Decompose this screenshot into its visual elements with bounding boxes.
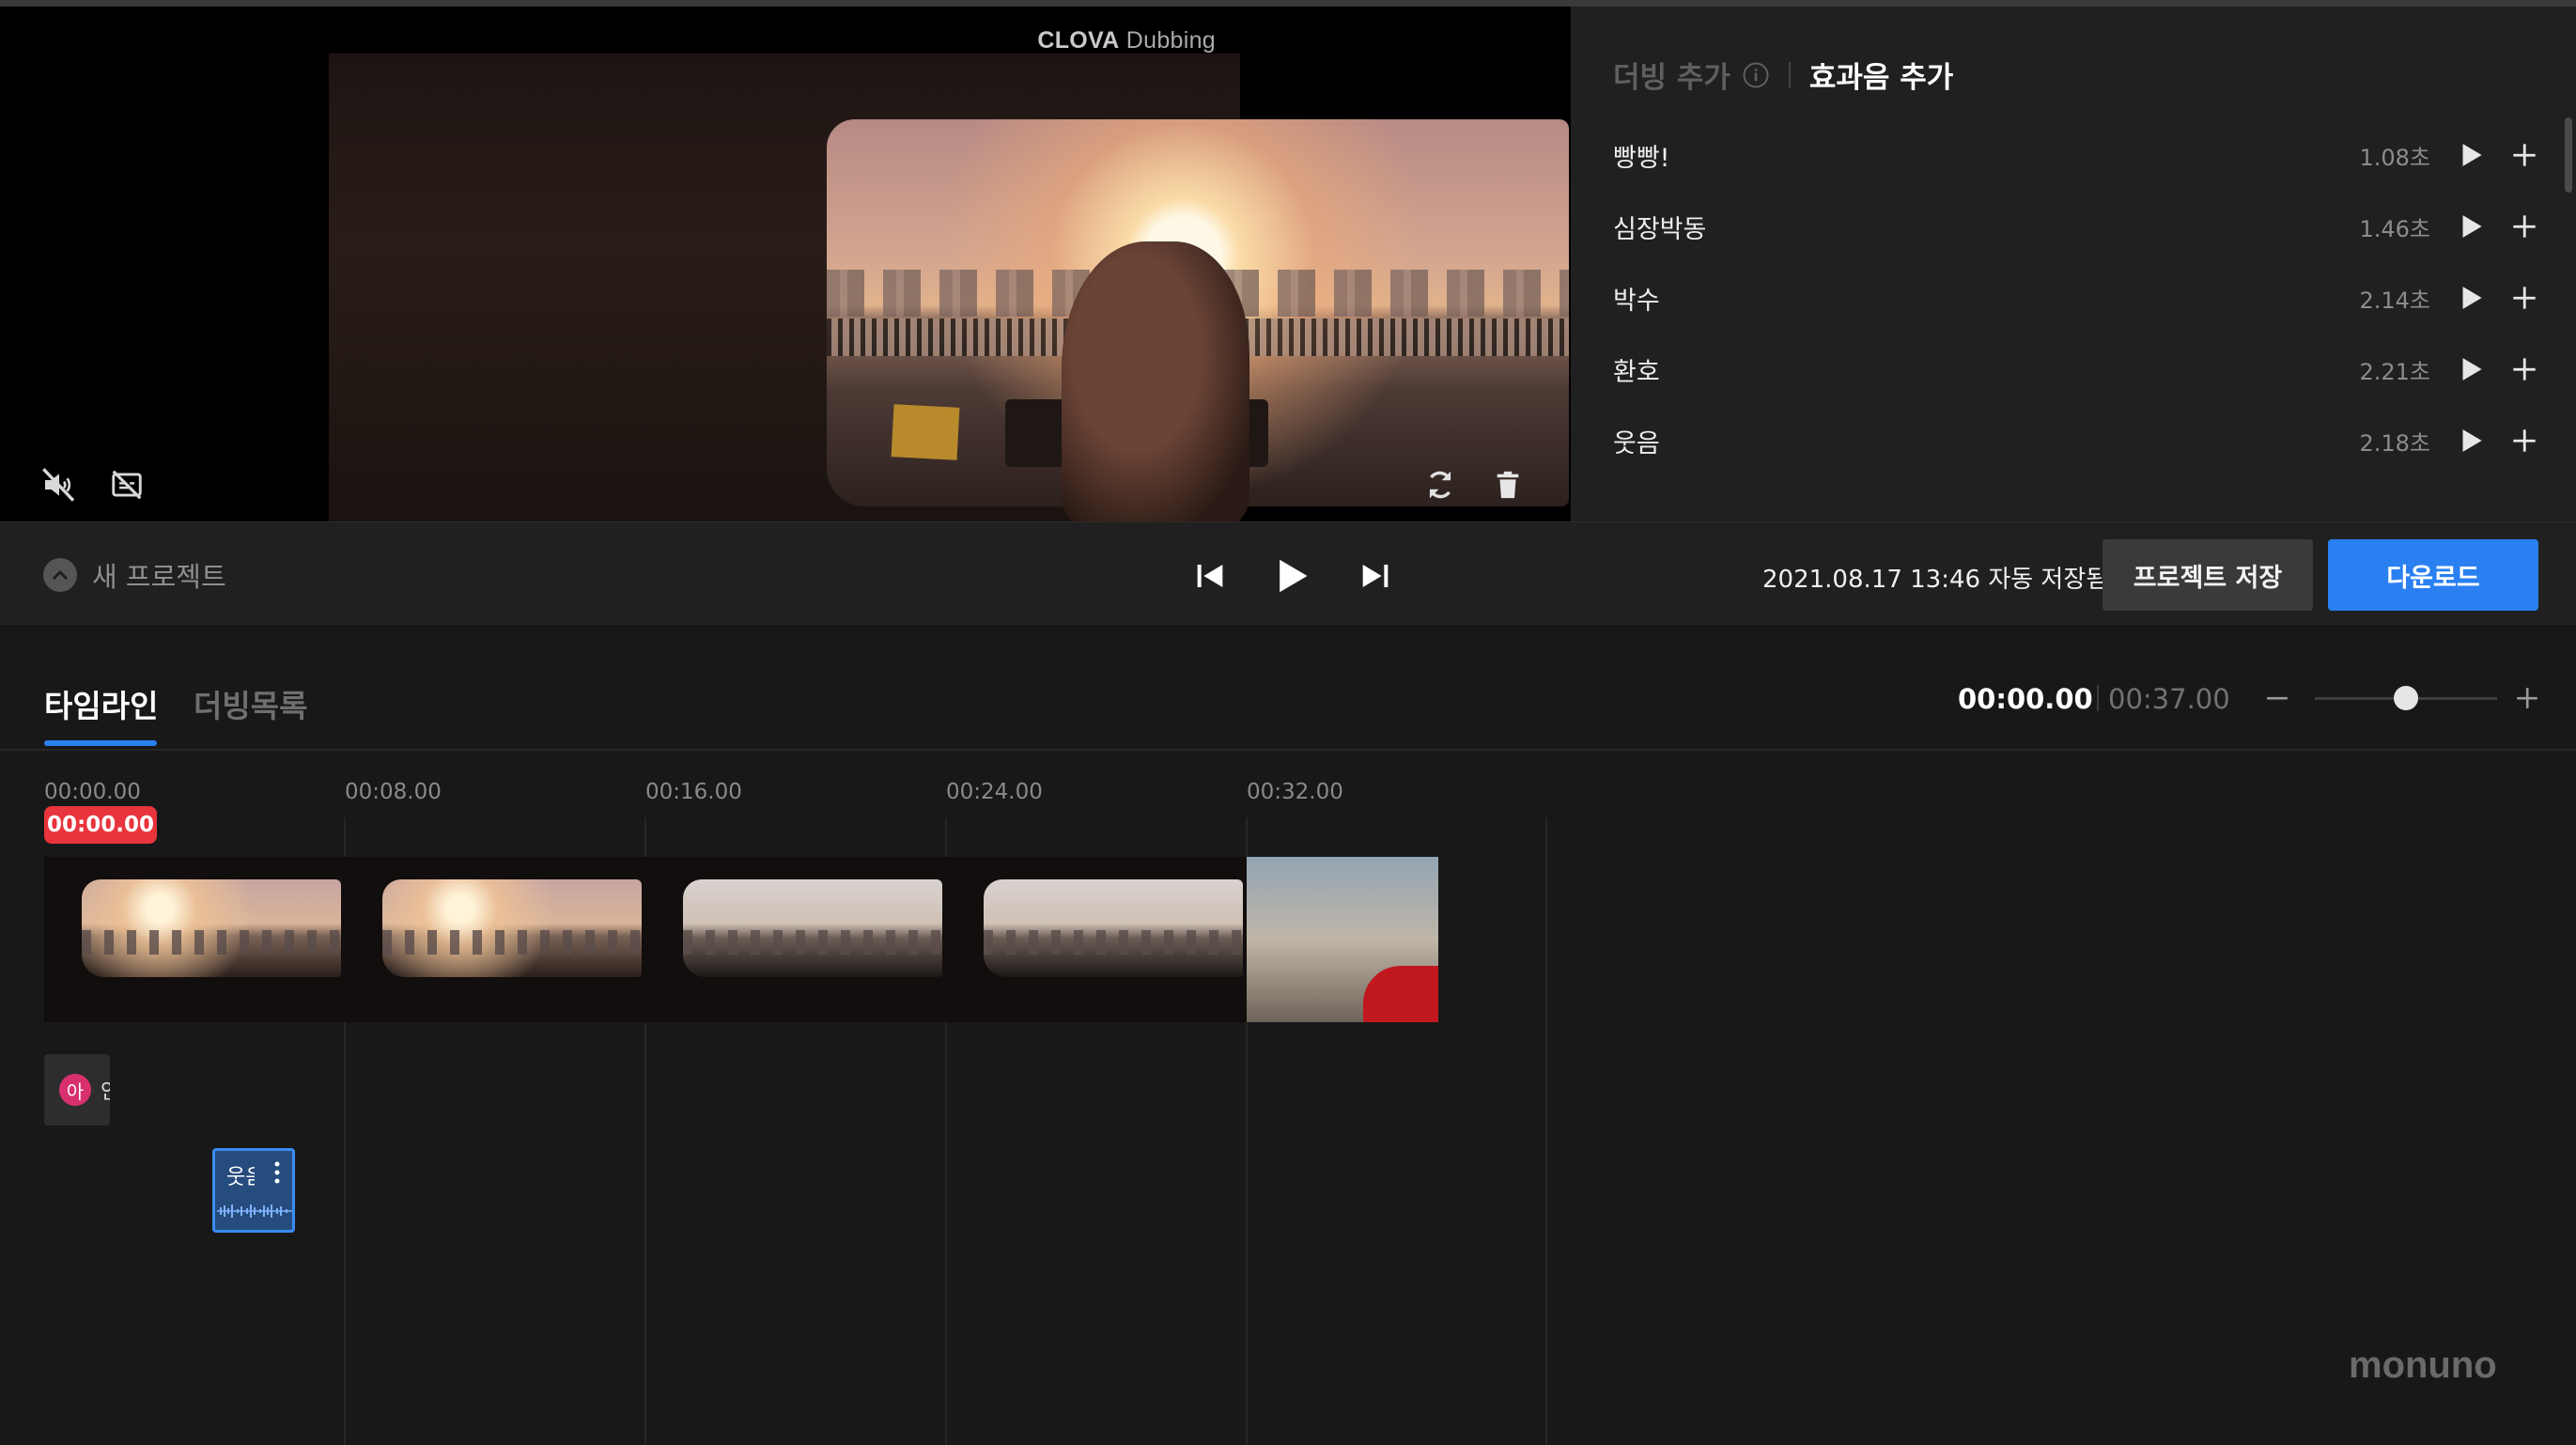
sfx-list-item[interactable]: 빵빵! 1.08초	[1613, 119, 2543, 191]
timeline-end-line	[1545, 817, 1547, 1445]
video-thumbnail	[645, 857, 946, 1022]
sfx-duration: 1.08초	[2359, 144, 2430, 171]
panel-tabs: 더빙 추가 효과음 추가	[1613, 54, 1953, 96]
play-icon	[2462, 144, 2482, 166]
mute-button[interactable]	[36, 461, 83, 508]
video-track[interactable]	[44, 857, 1438, 1022]
minus-icon	[2267, 696, 2288, 700]
skip-back-icon	[1197, 565, 1223, 587]
sfx-add-button[interactable]	[2506, 350, 2543, 388]
plus-icon	[2513, 358, 2536, 381]
plus-icon	[2513, 144, 2536, 166]
ruler-tick-label: 00:32.00	[1247, 780, 1343, 804]
ruler-tick-label: 00:00.00	[44, 780, 141, 804]
sound-effects-panel: 더빙 추가 효과음 추가 빵빵! 1.08초 심장박동 1.46초 박수 2.1…	[1571, 7, 2576, 521]
tab-dubbing-list[interactable]: 더빙목록	[194, 681, 307, 726]
video-thumbnail	[946, 857, 1247, 1022]
video-preview[interactable]: CLOVA Dubbing	[0, 7, 1571, 521]
info-icon[interactable]	[1742, 61, 1770, 89]
zoom-in-button[interactable]	[2508, 679, 2546, 717]
plus-icon	[2513, 429, 2536, 452]
sfx-preview-button[interactable]	[2453, 422, 2491, 459]
voice-avatar: 아	[59, 1074, 91, 1106]
play-button[interactable]	[1265, 548, 1321, 604]
sfx-list-item[interactable]: 심장박동 1.46초	[1613, 191, 2543, 262]
delete-video-button[interactable]	[1484, 461, 1531, 508]
zoom-slider-handle[interactable]	[2394, 686, 2418, 710]
sfx-preview-button[interactable]	[2453, 208, 2491, 245]
play-icon	[2462, 429, 2482, 452]
zoom-out-button[interactable]	[2258, 679, 2296, 717]
save-project-button[interactable]: 프로젝트 저장	[2103, 539, 2313, 611]
sfx-list-item[interactable]: 박수 2.14초	[1613, 262, 2543, 334]
caption-off-icon	[112, 470, 142, 500]
dubbing-clip[interactable]: 아 안	[44, 1054, 110, 1126]
dubbing-clip-text: 안	[101, 1075, 110, 1105]
sfx-add-button[interactable]	[2506, 422, 2543, 459]
sfx-name: 웃음	[1613, 428, 1660, 458]
sfx-preview-button[interactable]	[2453, 136, 2491, 174]
skip-back-button[interactable]	[1182, 548, 1238, 604]
sfx-add-button[interactable]	[2506, 136, 2543, 174]
plus-icon	[2513, 215, 2536, 238]
sfx-name: 심장박동	[1613, 214, 1707, 244]
current-time: 00:00.00	[1958, 683, 2093, 715]
speaker-muted-icon	[42, 468, 75, 502]
sfx-add-button[interactable]	[2506, 208, 2543, 245]
total-duration: 00:37.00	[2108, 683, 2230, 715]
tab-add-sound-effect[interactable]: 효과음 추가	[1809, 54, 1953, 96]
playhead[interactable]: 00:00.00	[44, 806, 157, 844]
sfx-preview-button[interactable]	[2453, 350, 2491, 388]
more-options-icon[interactable]	[272, 1158, 283, 1187]
replace-video-button[interactable]	[1417, 461, 1464, 508]
project-name-toggle[interactable]: 새 프로젝트	[43, 555, 226, 595]
sfx-clip-label: 웃음	[226, 1166, 255, 1189]
sfx-duration: 1.46초	[2359, 215, 2430, 242]
video-thumbnail	[44, 857, 345, 1022]
active-tab-indicator	[44, 740, 157, 746]
svg-text:monuno: monuno	[2349, 1344, 2497, 1386]
ruler-tick-label: 00:16.00	[645, 780, 742, 804]
sound-effect-clip[interactable]: 웃음	[212, 1148, 295, 1233]
download-button[interactable]: 다운로드	[2328, 539, 2538, 611]
sfx-duration: 2.14초	[2359, 287, 2430, 314]
play-icon	[2462, 215, 2482, 238]
tab-add-dubbing[interactable]: 더빙 추가	[1613, 54, 1730, 96]
sfx-list-scrollbar[interactable]	[2565, 117, 2572, 193]
play-icon	[1280, 559, 1308, 593]
plus-icon	[2513, 287, 2536, 309]
ruler-tick-label: 00:24.00	[946, 780, 1043, 804]
sfx-preview-button[interactable]	[2453, 279, 2491, 317]
sfx-duration: 2.21초	[2359, 358, 2430, 385]
plus-icon	[2517, 688, 2537, 708]
trash-icon	[1497, 471, 1519, 499]
subtitle-toggle-button[interactable]	[103, 461, 150, 508]
sfx-list-item[interactable]: 환호 2.21초	[1613, 334, 2543, 405]
monuno-logo: monuno	[2349, 1344, 2518, 1391]
video-thumbnail	[345, 857, 645, 1022]
chevron-up-icon	[43, 558, 77, 592]
sfx-list-item[interactable]: 웃음 2.18초	[1613, 405, 2543, 476]
play-icon	[2462, 358, 2482, 381]
skip-forward-button[interactable]	[1347, 548, 1404, 604]
ruler-tick-label: 00:08.00	[345, 780, 442, 804]
waveform-icon	[217, 1204, 292, 1218]
playback-control-bar: 새 프로젝트 2021.08.17 13:46 자동 저장됨 프로젝트 저장 다…	[0, 521, 2576, 628]
sfx-add-button[interactable]	[2506, 279, 2543, 317]
window-top-border	[0, 0, 2576, 7]
skip-forward-icon	[1362, 565, 1389, 587]
sfx-name: 환호	[1613, 357, 1660, 387]
video-scene-hand	[1062, 241, 1249, 521]
project-name: 새 프로젝트	[92, 561, 226, 593]
play-icon	[2462, 287, 2482, 309]
tab-timeline[interactable]: 타임라인	[44, 681, 158, 726]
video-thumbnail	[1247, 857, 1438, 1022]
clova-dubbing-watermark: CLOVA Dubbing	[1037, 27, 1216, 54]
sfx-name: 빵빵!	[1613, 143, 1670, 173]
timeline-header: 타임라인 더빙목록 00:00.00 00:37.00	[0, 627, 2576, 751]
autosave-status: 2021.08.17 13:46 자동 저장됨	[1762, 566, 2109, 594]
sfx-name: 박수	[1613, 286, 1660, 316]
refresh-icon	[1429, 471, 1451, 499]
sfx-duration: 2.18초	[2359, 429, 2430, 457]
